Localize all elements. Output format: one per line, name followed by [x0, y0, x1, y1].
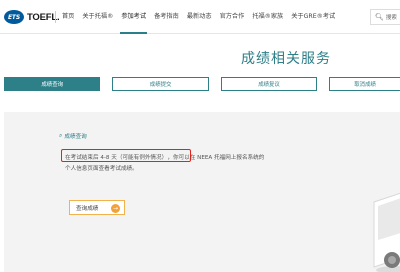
section-heading: ⌕ 成绩查询: [59, 132, 87, 140]
nav-item-about-gre[interactable]: 关于GRE®考试: [287, 0, 339, 34]
info-line-1-rest: ，你可以在 NEEA 托福网上报名系统的: [167, 155, 265, 161]
nav-item-home[interactable]: 首页: [58, 0, 78, 34]
top-nav-bar: ETS TOEFL. 首页 关于托福® 参加考试 备考指南 最新动态 官方合作 …: [0, 0, 400, 34]
arrow-right-icon: →: [111, 203, 120, 213]
search-icon: 🔍︎: [375, 13, 384, 21]
tab-score-cancel[interactable]: 取消成绩: [329, 77, 400, 91]
section-heading-label: 成绩查询: [64, 134, 87, 140]
tab-score-review[interactable]: 成绩复议: [220, 77, 318, 91]
search-label: 搜索: [385, 15, 397, 21]
tab-score-query[interactable]: 成绩查询: [4, 77, 101, 91]
nav-item-toefl-family[interactable]: 托福®家族: [248, 0, 287, 34]
main-nav: 首页 关于托福® 参加考试 备考指南 最新动态 官方合作 托福®家族 关于GRE…: [58, 0, 339, 34]
highlight-text: 在考试结束后 4-8 天（可能有例外情况）: [65, 155, 165, 161]
ets-logo-icon: ETS: [4, 10, 24, 24]
query-score-button[interactable]: 查询成绩 →: [69, 200, 125, 215]
toefl-logo[interactable]: ETS TOEFL.: [4, 10, 60, 24]
nav-item-about-toefl[interactable]: 关于托福®: [78, 0, 117, 34]
laptop-illustration: [373, 192, 400, 272]
content-panel: ⌕ 成绩查询 在考试结束后 4-8 天（可能有例外情况） ，你可以在 NEEA 托…: [4, 112, 400, 272]
query-score-button-label: 查询成绩: [76, 205, 99, 212]
tab-score-submit[interactable]: 成绩提交: [112, 77, 209, 91]
search-box[interactable]: 🔍︎ 搜索: [370, 9, 400, 25]
nav-item-news[interactable]: 最新动态: [183, 0, 216, 34]
page-title: 成绩相关服务: [241, 51, 331, 67]
magnifier-icon: ⌕: [59, 132, 63, 139]
nav-item-partners[interactable]: 官方合作: [216, 0, 249, 34]
service-tabs: 成绩查询 成绩提交 成绩复议 取消成绩: [4, 77, 400, 93]
logo-divider: [55, 11, 56, 23]
nav-item-prep-guide[interactable]: 备考指南: [150, 0, 183, 34]
nav-item-take-test[interactable]: 参加考试: [117, 0, 150, 34]
info-line-1: 在考试结束后 4-8 天（可能有例外情况） ，你可以在 NEEA 托福网上报名系统…: [65, 153, 264, 161]
info-line-2: 个人信息页面查看考试成绩。: [65, 166, 138, 172]
